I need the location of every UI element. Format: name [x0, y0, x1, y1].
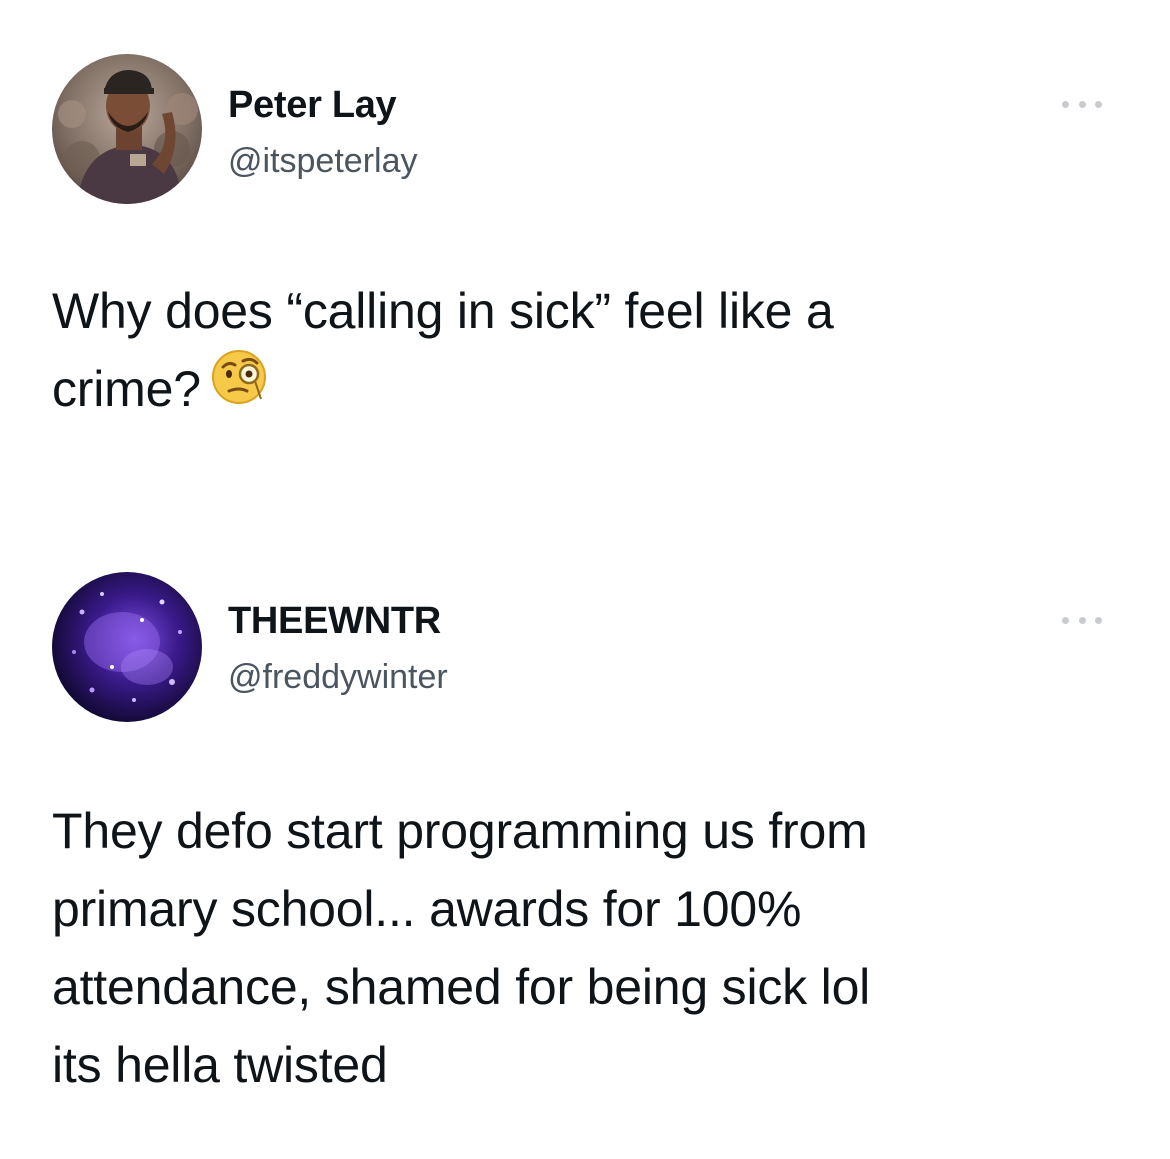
face-with-monocle-emoji — [209, 347, 269, 429]
dot — [1095, 100, 1102, 108]
tweet-text-line-text: crime? — [52, 361, 201, 417]
tweet-text-line: attendance, shamed for being sick lol — [52, 959, 871, 1015]
dot — [1078, 100, 1086, 108]
tweet-text-line: primary school... awards for 100% — [52, 881, 802, 937]
tweet-text-line: They defo start programming us from — [52, 803, 868, 859]
dot — [1095, 616, 1102, 624]
more-options-icon[interactable] — [1062, 614, 1102, 626]
dot — [1062, 616, 1069, 624]
display-name[interactable]: THEEWNTR — [228, 600, 441, 643]
tweet-text-line: Why does “calling in sick” feel like a — [52, 283, 834, 339]
handle[interactable]: @itspeterlay — [228, 142, 417, 181]
dot — [1062, 100, 1069, 108]
tweet-text: Why does “calling in sick” feel like a c… — [52, 272, 834, 429]
avatar-photo — [52, 54, 202, 204]
handle[interactable]: @freddywinter — [228, 658, 448, 697]
avatar[interactable] — [52, 54, 202, 204]
tweet-text-line: crime? — [52, 347, 834, 429]
dot — [1078, 616, 1086, 624]
avatar[interactable] — [52, 572, 202, 722]
more-options-icon[interactable] — [1062, 98, 1102, 110]
display-name[interactable]: Peter Lay — [228, 84, 397, 127]
tweet-text-line: its hella twisted — [52, 1037, 388, 1093]
tweet-text: They defo start programming us from prim… — [52, 792, 870, 1104]
avatar-photo — [52, 572, 202, 722]
